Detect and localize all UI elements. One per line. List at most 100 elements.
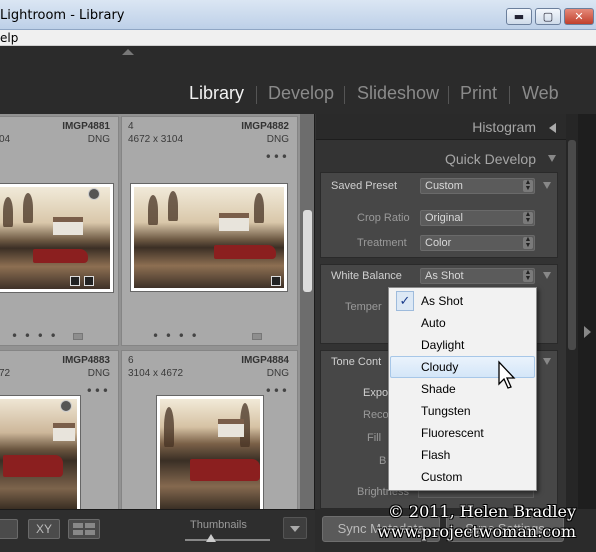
treatment-label: Treatment — [357, 237, 407, 249]
option-label: Custom — [421, 470, 463, 484]
option-label: Shade — [421, 382, 456, 396]
more-options[interactable]: ••• — [265, 384, 289, 398]
thumbnail-grid: IMGP4881 DNG 04 • • • • 4 4672 x 3104 IM… — [0, 114, 300, 515]
slider-knob[interactable] — [205, 534, 216, 542]
collapse-white-balance-icon[interactable] — [543, 272, 551, 279]
flag-icon[interactable] — [60, 400, 72, 412]
module-print[interactable]: Print — [460, 83, 497, 104]
saved-preset-select[interactable]: Custom ▲ ▼ — [420, 178, 535, 194]
image-dimensions: 04 — [0, 134, 11, 145]
image-dimensions: 72 — [0, 368, 11, 379]
spinner-icon: ▲ ▼ — [523, 269, 533, 282]
option-label: Daylight — [421, 338, 465, 352]
module-slideshow[interactable]: Slideshow — [357, 83, 439, 104]
tone-control-label: Tone Cont — [331, 356, 382, 368]
exposure-label: Expo — [363, 387, 389, 399]
module-library[interactable]: Library — [189, 83, 244, 104]
grid-scrollbar-thumb[interactable] — [303, 210, 312, 292]
grid-cell[interactable]: IMGP4883 DNG 72 ••• — [0, 350, 119, 515]
expand-histogram-icon[interactable] — [549, 123, 556, 133]
compare-view-button[interactable]: XY — [28, 519, 60, 539]
toolbar-menu-button[interactable] — [283, 517, 307, 539]
window-title: Lightroom - Library — [0, 8, 125, 23]
expand-right-panel-icon[interactable] — [584, 326, 591, 338]
thumbnail-image[interactable] — [0, 395, 81, 515]
spinner-icon: ▲ ▼ — [523, 211, 533, 224]
fill-label: Fill — [367, 432, 382, 444]
module-picker: Library Develop Slideshow Print Web — [0, 46, 596, 114]
grid-cell[interactable]: 4 4672 x 3104 IMGP4882 DNG ••• • • • • — [121, 116, 298, 346]
crop-ratio-select[interactable]: Original ▲ ▼ — [420, 210, 535, 226]
histogram-panel-header[interactable]: Histogram — [316, 114, 566, 140]
quick-develop-panel-header[interactable]: Quick Develop — [316, 146, 566, 172]
crop-ratio-value: Original — [425, 212, 463, 224]
collection-icon — [70, 276, 80, 286]
grid-view-button[interactable] — [0, 519, 18, 539]
cell-index: 4 — [128, 121, 134, 132]
module-separator — [448, 86, 449, 104]
white-balance-label: White Balance — [331, 270, 402, 282]
thumbnails-label: Thumbnails — [190, 519, 247, 531]
more-options[interactable]: ••• — [86, 384, 110, 398]
option-as-shot[interactable]: ✓ As Shot — [390, 290, 535, 312]
option-auto[interactable]: Auto — [390, 312, 535, 334]
module-separator — [509, 86, 510, 104]
quick-develop-title: Quick Develop — [444, 151, 536, 167]
option-label: Tungsten — [421, 404, 471, 418]
option-label: Cloudy — [421, 360, 459, 374]
menu-item-help[interactable]: elp — [0, 31, 18, 45]
mouse-pointer-icon — [498, 360, 516, 389]
grid-cell[interactable]: IMGP4881 DNG 04 • • • • — [0, 116, 119, 346]
file-name: IMGP4884 — [241, 355, 289, 366]
saved-preset-value: Custom — [425, 180, 463, 192]
thumbnail-size-slider[interactable] — [185, 539, 270, 541]
option-flash[interactable]: Flash — [390, 444, 535, 466]
collapse-tone-control-icon[interactable] — [543, 358, 551, 365]
copyright-line: © 2011, Helen Bradley — [387, 502, 576, 521]
minimize-button[interactable]: ▬ — [506, 8, 532, 25]
grid-scrollbar[interactable] — [300, 114, 314, 509]
blacks-label: B — [379, 455, 387, 467]
module-develop[interactable]: Develop — [268, 83, 334, 104]
thumbnail-image[interactable] — [156, 395, 264, 515]
rating-dots[interactable]: • • • • — [152, 329, 199, 343]
option-custom[interactable]: Custom — [390, 466, 535, 488]
label-swatch[interactable] — [252, 333, 262, 340]
option-daylight[interactable]: Daylight — [390, 334, 535, 356]
option-label: Fluorescent — [421, 426, 484, 440]
close-button[interactable]: ✕ — [564, 8, 594, 25]
thumbnail-image[interactable] — [130, 183, 288, 292]
more-options[interactable]: ••• — [265, 150, 289, 164]
white-balance-value: As Shot — [425, 270, 464, 282]
flag-icon[interactable] — [88, 188, 100, 200]
spinner-icon: ▲ ▼ — [523, 236, 533, 249]
collapse-quick-develop-icon[interactable] — [548, 155, 556, 162]
grid-cell[interactable]: 6 3104 x 4672 IMGP4884 DNG ••• — [121, 350, 298, 515]
maximize-button[interactable]: ▢ — [535, 8, 561, 25]
right-edge — [578, 114, 596, 509]
white-balance-select[interactable]: As Shot ▲ ▼ — [420, 268, 535, 284]
collapse-top-panel-icon[interactable] — [122, 49, 134, 55]
module-separator — [344, 86, 345, 104]
file-extension: DNG — [266, 134, 289, 145]
temperature-label: Temper — [345, 301, 382, 313]
collapse-saved-preset-icon[interactable] — [543, 182, 551, 189]
survey-view-button[interactable] — [68, 519, 100, 539]
file-name: IMGP4881 — [62, 121, 110, 132]
option-label: Auto — [421, 316, 446, 330]
thumbnail-image[interactable] — [0, 183, 114, 293]
module-web[interactable]: Web — [522, 83, 559, 104]
window-title-bar: Lightroom - Library ▬ ▢ ✕ — [0, 0, 596, 30]
image-dimensions: 4672 x 3104 — [128, 134, 184, 145]
option-tungsten[interactable]: Tungsten — [390, 400, 535, 422]
treatment-select[interactable]: Color ▲ ▼ — [420, 235, 535, 251]
option-fluorescent[interactable]: Fluorescent — [390, 422, 535, 444]
histogram-title: Histogram — [472, 119, 536, 135]
label-swatch[interactable] — [73, 333, 83, 340]
treatment-value: Color — [425, 237, 452, 249]
website-line: www.projectwoman.com — [377, 522, 576, 541]
file-name: IMGP4882 — [241, 121, 289, 132]
panel-scrollbar-thumb[interactable] — [568, 140, 576, 350]
rating-dots[interactable]: • • • • — [11, 329, 58, 343]
edited-icon — [271, 276, 281, 286]
